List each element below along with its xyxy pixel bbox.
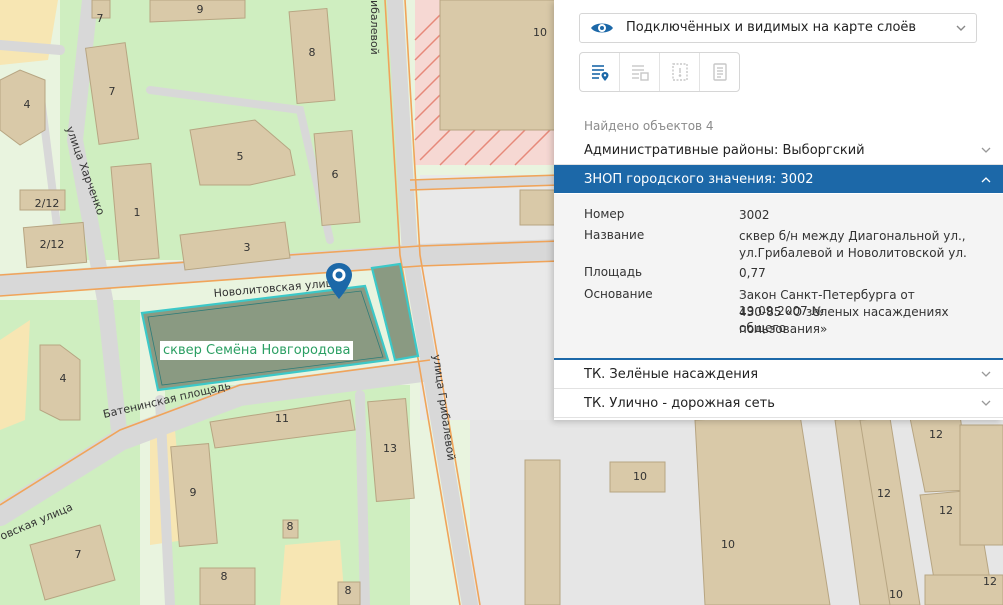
document-icon [713,63,727,81]
chevron-down-icon [956,25,966,31]
frame-button[interactable] [660,53,700,91]
detail-basis-value-3: пользования» [739,322,828,336]
building-number: 3 [244,241,251,254]
building-number: 7 [75,548,82,561]
street-label-gribalevoy-top: ибалевой [368,0,381,55]
layer-selector[interactable]: Подключённых и видимых на карте слоёв [579,13,977,43]
building-number: 12 [877,487,891,500]
park-name-label[interactable]: сквер Семёна Новгородова [160,341,354,360]
building-number: 12 [939,504,953,517]
section-znop-label: ЗНОП городского значения: 3002 [584,172,814,187]
chevron-down-icon [981,371,991,377]
building-number: 7 [97,12,104,25]
chevron-down-icon [981,147,991,153]
section-tk-road-label: ТК. Улично - дорожная сеть [584,396,775,411]
building-number: 9 [197,3,204,16]
building-number: 11 [275,412,289,425]
list-table-icon [632,65,649,81]
section-tk-green-label: ТК. Зелёные насаждения [584,367,759,382]
building-number: 8 [309,46,316,59]
building-number: 10 [533,26,547,39]
building-number: 10 [889,588,903,601]
building-number: 6 [332,168,339,181]
list-pin-button[interactable] [580,53,620,91]
building-number: 2/12 [35,197,60,210]
building-number: 8 [345,584,352,597]
location-pin-icon[interactable] [325,262,353,300]
layer-selector-label: Подключённых и видимых на карте слоёв [626,20,917,35]
chevron-down-icon [981,400,991,406]
section-tk-road[interactable]: ТК. Улично - дорожная сеть [554,389,1003,418]
building-number: 5 [237,150,244,163]
section-admin-districts-label: Административные районы: Выборгский [584,143,865,158]
building-number: 4 [60,372,67,385]
detail-area-value: 0,77 [739,266,766,280]
eye-icon [591,23,613,33]
chevron-up-icon [981,177,991,183]
detail-number-label: Номер [584,207,625,221]
section-znop[interactable]: ЗНОП городского значения: 3002 [554,165,1003,193]
building-number: 4 [24,98,31,111]
info-panel: Подключённых и видимых на карте слоёв На… [554,0,1003,420]
building-number: 7 [109,85,116,98]
building-number: 9 [190,486,197,499]
list-table-button[interactable] [620,53,660,91]
znop-details: Номер 3002 Название сквер б/н между Диаг… [554,194,1003,358]
building-number: 10 [633,470,647,483]
detail-name-value-2: ул.Грибалевой и Новолитовской ул. [739,246,967,260]
list-pin-icon [592,65,609,81]
document-button[interactable] [700,53,739,91]
view-toolbar [579,52,740,92]
section-admin-districts[interactable]: Административные районы: Выборгский [554,136,1003,165]
detail-name-label: Название [584,228,645,242]
building-number: 1 [134,206,141,219]
building-number: 8 [221,570,228,583]
detail-number-value: 3002 [739,208,770,222]
found-count: Найдено объектов 4 [584,119,714,133]
building-number: 10 [721,538,735,551]
building-number: 12 [983,575,997,588]
section-tk-green[interactable]: ТК. Зелёные насаждения [554,360,1003,389]
building-number: 8 [287,520,294,533]
detail-basis-label: Основание [584,287,653,301]
building-number: 12 [929,428,943,441]
detail-name-value-1: сквер б/н между Диагональной ул., [739,229,966,243]
detail-area-label: Площадь [584,265,643,279]
building-number: 13 [383,442,397,455]
building-number: 2/12 [40,238,65,251]
frame-icon [672,63,688,81]
